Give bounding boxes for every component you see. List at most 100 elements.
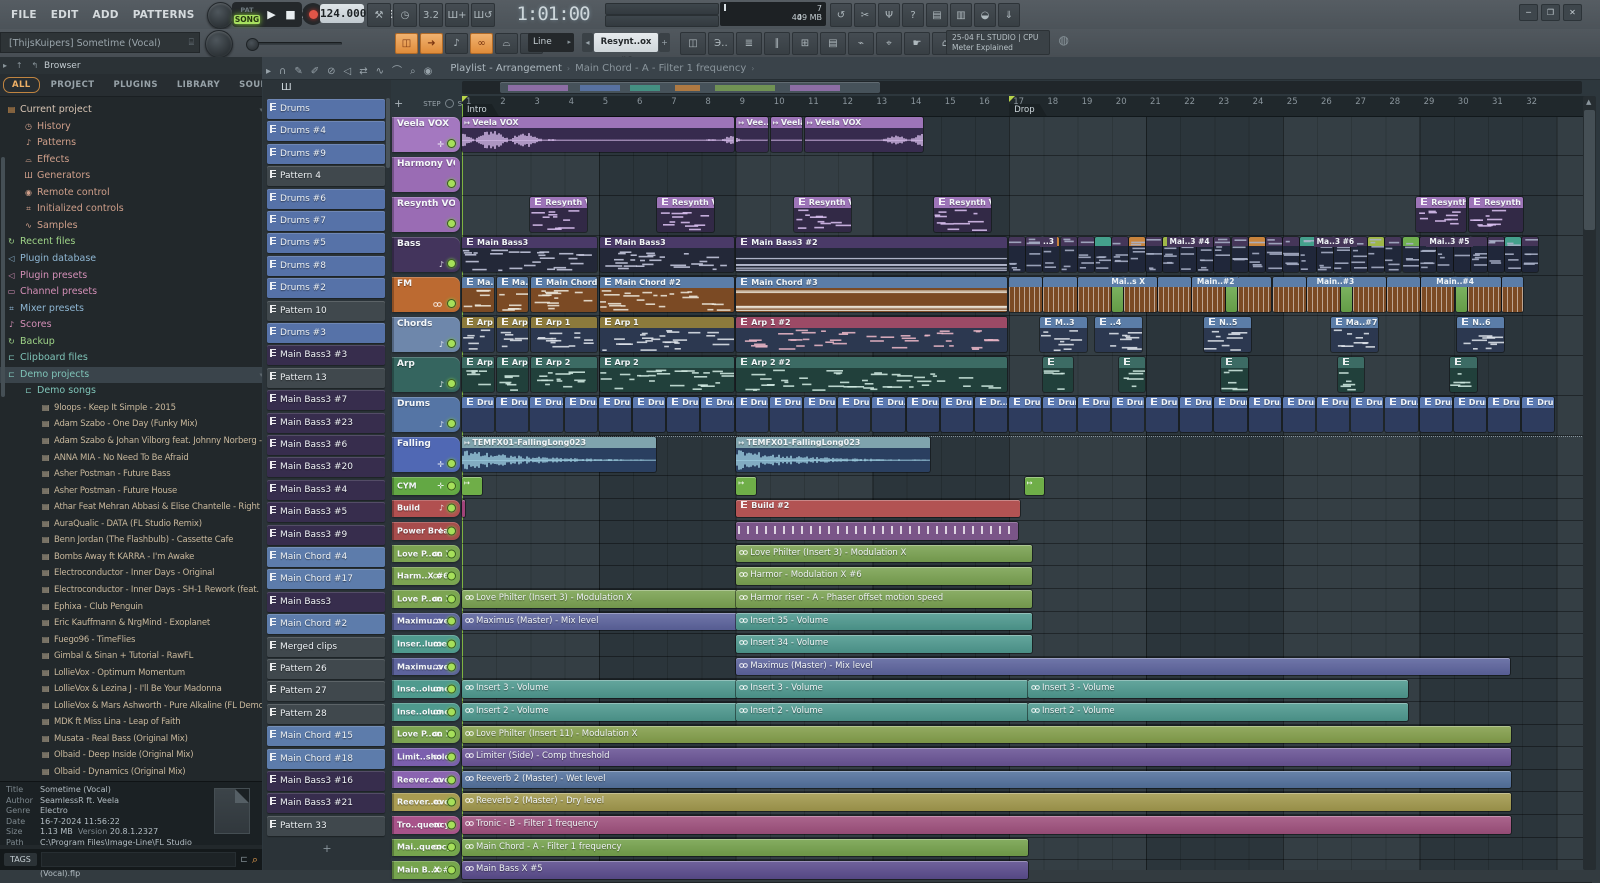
clip-pat[interactable] [1221,357,1247,392]
pattern-item-pattern-33[interactable]: Pattern 33 [267,816,385,836]
track-enable-led[interactable] [447,572,456,581]
browser-item-samples[interactable]: ∿Samples [0,218,262,234]
track-header-harmony-vox-1[interactable]: Harmony VOX [392,157,460,192]
clip-mini-bass[interactable] [1009,237,1025,272]
menu-item-edit[interactable]: EDIT [44,9,86,21]
clip-main-chord-3[interactable]: Main Chord #3 [736,277,1007,312]
clip-arp-1-2[interactable]: Arp 1 #2 [736,317,1007,352]
pattern-item-drums[interactable]: Drums [267,99,385,119]
performance-mode-icon[interactable]: ⌓ [495,33,518,54]
clip-arp-2[interactable]: Arp 2 [600,357,734,392]
track-header-love-p-on-x-20[interactable]: Love P..on X [392,726,460,744]
clip-vee-ox[interactable]: ↦ Vee..OX [736,117,768,152]
playlist-tool-8-icon[interactable]: ⌒ [392,66,402,77]
overdub-icon[interactable]: Ш+ [445,3,469,27]
browser-item-clipboard-files[interactable]: ⊏Clipboard files [0,350,262,366]
clip-veela-vox[interactable]: ↦ Veela VOX [771,117,803,152]
clip-cym[interactable]: ↦ [736,477,756,495]
browser-tab-all[interactable]: ALL [3,77,40,93]
track-enable-led[interactable] [447,481,456,490]
track-enable-led[interactable] [447,419,456,428]
clip-resynth-vox-3[interactable]: Resynth Vox #3 [794,197,851,232]
browser-item-auraqualic-data-fl-studio-remix[interactable]: ▤AuraQualic - DATA (FL Studio Remix) [0,516,262,532]
pattern-item-drums-8[interactable]: Drums #8 [267,256,385,276]
clip-mini-fm[interactable] [1502,277,1523,312]
clip-dru-2[interactable]: Dru..#2 [907,397,939,432]
clip-drums[interactable]: Drums [1112,397,1144,432]
stop-button[interactable]: ■ [281,8,300,21]
restore-button[interactable]: ❐ [1541,4,1560,21]
clip-mini-fm[interactable] [1238,277,1271,312]
clip-insert-34-volume[interactable]: Insert 34 - Volume [736,635,1031,653]
browser-item-gimbal-sinan-tutorial-rawfl[interactable]: ▤Gimbal & Sinan + Tutorial - RawFL [0,648,262,664]
play-button[interactable]: ▶ [262,8,281,21]
pattern-item-pattern-13[interactable]: Pattern 13 [267,368,385,388]
browser-item-adam-szabo-one-day-funky-mix[interactable]: ▤Adam Szabo - One Day (Funky Mix) [0,416,262,432]
pattern-item-main-bass3[interactable]: Main Bass3 [267,592,385,612]
countdown-icon[interactable]: 3.2 [419,3,443,27]
pattern-item-drums-2[interactable]: Drums #2 [267,278,385,298]
typing-keyboard-icon[interactable]: ◫ [395,33,418,54]
playlist-vscrollbar[interactable]: ▲ [1583,96,1596,870]
clip-drums[interactable]: Drums [1317,397,1349,432]
clip-insert-2-volume[interactable]: Insert 2 - Volume [462,703,737,721]
undo-icon[interactable]: ↺ [830,3,852,27]
minimize-button[interactable]: ─ [1519,4,1538,21]
clip-maximus-master-mix-level[interactable]: Maximus (Master) - Mix level [736,658,1510,676]
clip-ma-2[interactable]: Ma..#2 [497,277,529,312]
clip-mini-bass[interactable] [1368,237,1384,272]
browser-tab-library[interactable]: LIBRARY [169,78,228,92]
clip-arp-1[interactable]: Arp 1 [531,317,597,352]
channel-rack-icon[interactable]: ≣ [736,32,762,55]
track-header-love-p-on-x-14[interactable]: Love P..on X [392,590,460,608]
clip-dru-2[interactable]: Dru..#2 [872,397,904,432]
piano-roll-icon[interactable]: Э‥ [708,32,734,55]
save-new-icon[interactable]: ▥ [950,3,972,27]
browser-scrollbar[interactable] [1,157,5,397]
track-enable-led[interactable] [447,299,456,308]
clip-mini-fm[interactable] [1078,277,1111,312]
track-header-inse-olume-19[interactable]: Inse..olume [392,703,460,721]
track-enable-led[interactable] [447,798,456,807]
browser-item-patterns[interactable]: ♪Patterns [0,135,262,151]
browser-item-bombs-away-ft-karra-i-m-awake[interactable]: ▤Bombs Away ft KARRA - I'm Awake [0,549,262,565]
folder-icon[interactable]: ⊏ [240,855,248,865]
mic-panel-icon[interactable]: ⌖ [876,32,902,55]
clip-harmor-riser-a-phaser-offset-motion-speed[interactable]: Harmor riser - A - Phaser offset motion … [736,590,1031,608]
browser-item-lollievox-optimum-momentum[interactable]: ▤LollieVox - Optimum Momentum [0,665,262,681]
browser-tab-plugins[interactable]: PLUGINS [105,78,165,92]
pattern-item-drums-9[interactable]: Drums #9 [267,144,385,164]
browser-item-9loops-keep-it-simple-2015[interactable]: ▤9loops - Keep It Simple - 2015 [0,400,262,416]
clip-main-bass3[interactable]: Main Bass3 [600,237,734,272]
clip-main-chord-2[interactable]: Main Chord #2 [531,277,597,312]
clip-drums[interactable]: Drums [1180,397,1212,432]
pattern-list-scrollbar[interactable] [386,98,390,168]
clip-drums[interactable]: Drums [1420,397,1452,432]
track-header-harm-x-6-13[interactable]: Harm..X #6 [392,567,460,585]
clip-mini-bass[interactable] [1488,237,1504,272]
pattern-item-main-bass3-4[interactable]: Main Bass3 #4 [267,480,385,500]
clip-reeverb-2-master-dry-level[interactable]: Reeverb 2 (Master) - Dry level [462,793,1511,811]
pattern-item-pattern-28[interactable]: Pattern 28 [267,704,385,724]
track-header-power-break-11[interactable]: Power Break✛ [392,522,460,540]
pattern-add-button[interactable]: + [659,33,670,52]
browser-item-plugin-presets[interactable]: ◁Plugin presets [0,268,262,284]
browser-item-effects[interactable]: ⌓Effects [0,152,262,168]
track-enable-led[interactable] [447,730,456,739]
clip-label-main-3[interactable]: Main..#3 [1314,277,1358,287]
clip-dru-2[interactable]: Dru..2 [736,397,768,432]
clip-dru-2[interactable]: Dru..#2 [770,397,802,432]
browser-panel-icon[interactable]: ⊞ [792,32,818,55]
track-header-maximu-vel-17[interactable]: Maximu..vel [392,658,460,676]
clip-dru-2[interactable]: Dru..#2 [633,397,665,432]
browser-item-athar-feat-mehran-abbasi-elise-chantelle-right-night-feeling[interactable]: ▤Athar Feat Mehran Abbasi & Elise Chante… [0,499,262,515]
clip-mini-bass[interactable] [1505,237,1521,272]
track-enable-led[interactable] [447,685,456,694]
one-click-record-icon[interactable]: ➜ [420,33,443,54]
browser-item-demo-songs[interactable]: ⊏Demo songs▾ [0,383,262,399]
pattern-item-main-chord-17[interactable]: Main Chord #17 [267,569,385,589]
pat-song-toggle[interactable]: PAT SONG [232,6,262,24]
pattern-item-main-bass3-6[interactable]: Main Bass3 #6 [267,435,385,455]
pat-mode-label[interactable]: PAT [232,6,262,14]
clip-love-philter-insert-3-modulation-x[interactable]: Love Philter (Insert 3) - Modulation X [462,590,737,608]
